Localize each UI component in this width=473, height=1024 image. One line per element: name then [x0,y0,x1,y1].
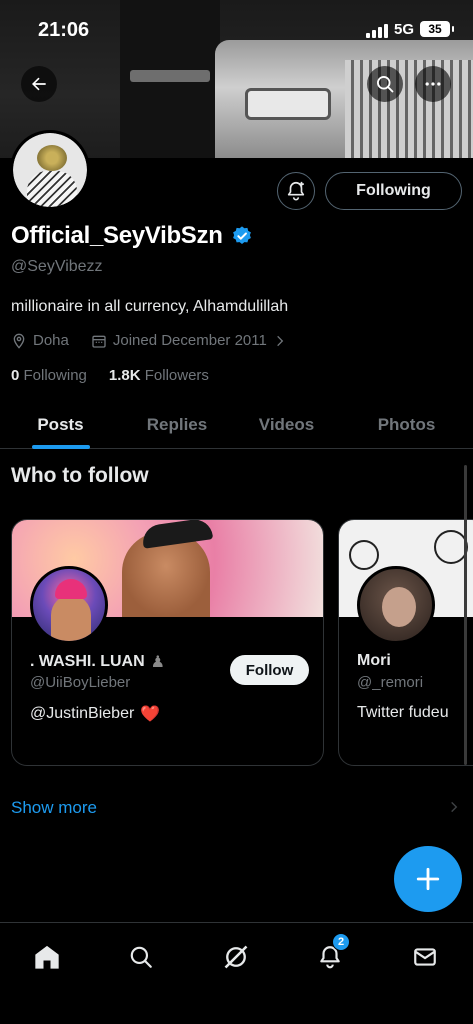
grok-icon [224,945,248,969]
follow-button[interactable]: Follow [230,655,309,685]
compose-button[interactable] [394,846,462,912]
card-name: Mori [357,652,391,669]
show-more-link[interactable]: Show more [11,798,97,818]
nav-home[interactable] [27,937,67,977]
notify-button[interactable] [277,172,315,210]
suggestion-card[interactable]: . WASHI. LUAN ♟ @UiiBoyLieber @JustinBie… [11,519,324,766]
chess-pawn-emoji: ♟ [150,654,166,671]
back-button[interactable] [21,66,57,102]
name-row: Official_SeyVibSzn [11,222,253,250]
following-stat[interactable]: 0 Following [11,367,87,384]
nav-notifications[interactable]: 2 [310,933,350,977]
nav-search[interactable] [121,937,161,977]
verified-badge-icon [232,226,251,244]
plus-icon [416,867,440,891]
battery-icon: 35 [420,21,454,37]
tab-posts[interactable]: Posts [0,400,121,449]
suggestion-card[interactable]: Mori @_remori Twitter fudeu [338,519,473,766]
heart-emoji: ❤️ [140,706,161,723]
card-handle: @_remori [357,674,424,691]
home-icon [35,945,59,969]
location-pin-icon [13,333,25,349]
calendar-icon [92,335,106,348]
joined-date[interactable]: Joined December 2011 [113,332,267,349]
card-bio: @JustinBieber ❤️ [30,705,161,723]
card-handle: @UiiBoyLieber [30,674,131,691]
card-avatar[interactable] [30,566,108,644]
more-icon [425,82,441,86]
more-options-button[interactable] [415,66,451,102]
card-bio: Twitter fudeu [357,704,449,721]
display-name: Official_SeyVibSzn [11,222,223,249]
chevron-right-icon[interactable] [273,334,287,348]
card-avatar[interactable] [357,566,435,644]
profile-avatar[interactable] [10,130,90,210]
search-icon [130,946,152,968]
profile-tabs: Posts Replies Videos Photos [0,400,473,449]
following-button[interactable]: Following [325,172,462,210]
status-bar: 21:06 5G 35 [0,0,473,58]
tab-videos[interactable]: Videos [233,400,340,449]
location-text: Doha [33,332,69,349]
bottom-nav: 2 [0,922,473,1024]
followers-stat[interactable]: 1.8K Followers [109,367,209,384]
tab-photos[interactable]: Photos [340,400,473,449]
messages-icon [414,948,436,966]
scrollbar[interactable] [464,465,467,765]
search-button[interactable] [367,66,403,102]
arrow-left-icon [32,77,46,91]
search-icon [377,76,394,93]
card-name: . WASHI. LUAN ♟ [30,653,166,671]
notification-badge: 2 [332,933,350,951]
profile-bio: millionaire in all currency, Alhamdulill… [11,298,289,315]
network-type: 5G [394,21,415,38]
nav-messages[interactable] [405,937,445,977]
bell-plus-icon [287,181,305,201]
profile-handle: @SeyVibezz [11,258,103,275]
tab-replies[interactable]: Replies [121,400,233,449]
follow-stats: 0 Following 1.8K Followers [11,367,209,384]
profile-meta: Doha Joined December 2011 [11,332,287,349]
nav-grok[interactable] [216,937,256,977]
chevron-right-icon[interactable] [447,800,461,814]
who-to-follow-title: Who to follow [11,464,149,487]
signal-icon [366,24,388,38]
status-time: 21:06 [38,19,90,41]
